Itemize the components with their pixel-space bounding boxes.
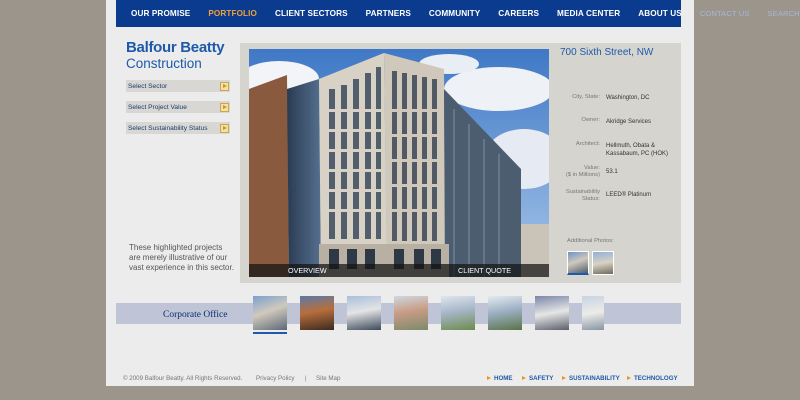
sustainability-label: Sustainability Status: [565,189,600,202]
project-thumb[interactable] [441,296,475,330]
nav-client-sectors[interactable]: CLIENT SECTORS [266,9,357,18]
additional-photos [567,251,614,275]
project-thumb[interactable] [300,296,334,330]
nav-search[interactable]: SEARCH [758,9,800,18]
footer-link-sustainability[interactable]: SUSTAINABILITY [562,375,620,382]
site-map-link[interactable]: Site Map [316,375,340,382]
nav-community[interactable]: COMMUNITY [420,9,489,18]
arrow-right-icon [220,81,229,91]
select-sustainability-dropdown[interactable]: Select Sustainability Status [126,122,230,134]
photo-tabs: OVERVIEW CLIENT QUOTE [249,264,549,277]
project-thumb[interactable] [535,296,569,330]
nav-our-promise[interactable]: OUR PROMISE [116,9,199,18]
footer-link-safety[interactable]: SAFETY [522,375,553,382]
footer-divider: | [305,375,307,382]
select-sector-label: Select Sector [128,82,168,90]
location-value: Washington, DC [606,95,650,101]
value-value: 53.1 [606,169,618,175]
project-photo [249,49,549,277]
top-navigation: OUR PROMISE PORTFOLIO CLIENT SECTORS PAR… [116,0,800,27]
sustainability-value: LEED® Platinum [606,192,652,198]
footer-link-home[interactable]: HOME [487,375,513,382]
arrow-right-icon [220,123,229,133]
nav-contact-us[interactable]: CONTACT US [691,9,759,18]
additional-photo-thumb[interactable] [567,251,589,275]
project-thumb[interactable] [394,296,428,330]
owner-label: Owner: [581,117,600,123]
logo-line-2: Construction [126,56,202,71]
owner-value: Akridge Services [606,119,652,125]
privacy-policy-link[interactable]: Privacy Policy [256,375,295,382]
nav-media-center[interactable]: MEDIA CENTER [548,9,629,18]
additional-photos-label: Additional Photos: [567,238,614,244]
footer-link-technology[interactable]: TECHNOLOGY [627,375,678,382]
nav-partners[interactable]: PARTNERS [357,9,420,18]
value-label: Value: ($ in Millions) [565,165,600,178]
select-project-value-label: Select Project Value [128,103,187,111]
company-logo[interactable]: Balfour Beatty Construction [126,39,225,71]
client-quote-tab[interactable]: CLIENT QUOTE [458,266,511,275]
overview-tab[interactable]: OVERVIEW [288,266,327,275]
location-label: City, State: [572,94,600,100]
select-sector-dropdown[interactable]: Select Sector [126,80,230,92]
nav-careers[interactable]: CAREERS [489,9,548,18]
project-thumb[interactable] [253,296,287,334]
architect-label: Architect: [575,141,600,147]
select-sustainability-label: Select Sustainability Status [128,124,208,132]
logo-line-1: Balfour Beatty [126,39,225,56]
project-thumb[interactable] [347,296,381,330]
sector-note: These highlighted projects are merely il… [129,243,234,272]
additional-photo-thumb[interactable] [592,251,614,275]
category-title: Corporate Office [163,310,228,320]
project-thumb[interactable] [488,296,522,330]
project-address: 700 Sixth Street, NW [560,47,654,58]
arrow-right-icon [220,102,229,112]
copyright: © 2009 Balfour Beatty. All Rights Reserv… [123,375,243,382]
select-project-value-dropdown[interactable]: Select Project Value [126,101,230,113]
architect-value: Hellmuth, Obata & Kassabaum, PC (HOK) [606,143,669,157]
nav-portfolio[interactable]: PORTFOLIO [199,9,266,18]
nav-about-us[interactable]: ABOUT US [629,9,691,18]
project-thumb[interactable] [582,296,604,330]
